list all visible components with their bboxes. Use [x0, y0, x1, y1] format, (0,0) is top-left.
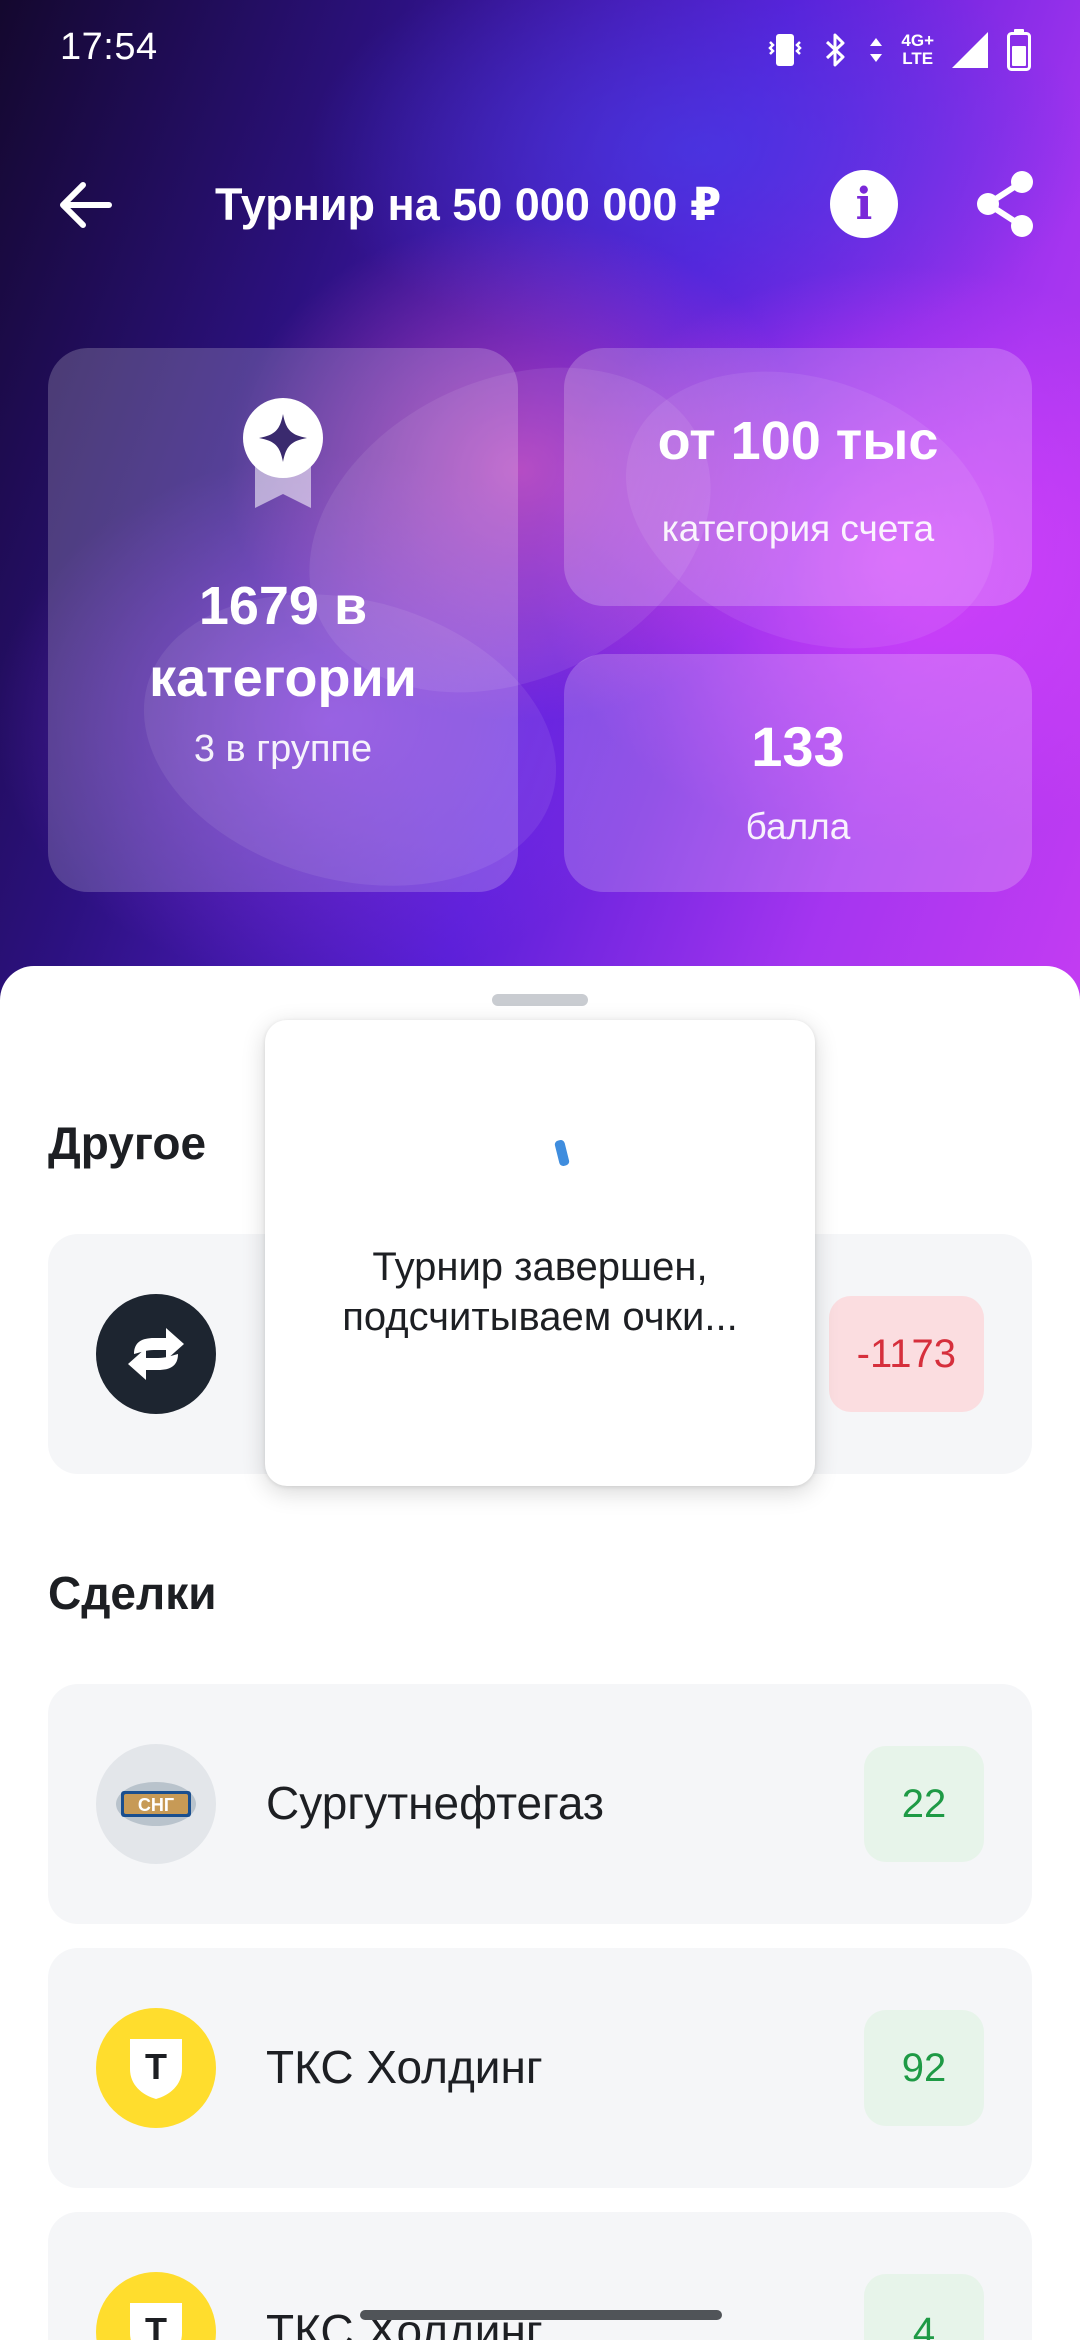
page-title: Турнир на 50 000 000 ₽ — [215, 179, 722, 230]
share-button[interactable] — [970, 168, 1040, 240]
tks-logo-text: Т — [145, 2310, 167, 2340]
data-arrows-icon — [870, 38, 883, 62]
surgutneftegaz-logo: СНГ — [96, 1744, 216, 1864]
tks-shield-mark: Т — [130, 2303, 182, 2340]
vibrate-icon — [768, 34, 803, 66]
section-title-other: Другое — [48, 1117, 207, 1169]
drag-handle[interactable] — [492, 994, 588, 1006]
points-badge: -1173 — [828, 1296, 984, 1412]
tournament-hero: 17:54 4G+ LTE Турнир на 50 000 000 ₽ i 1… — [0, 0, 1080, 1000]
deal-row[interactable]: СНГ Сургутнефтегаз 22 — [48, 1684, 1032, 1924]
status-bar: 17:54 4G+ LTE — [0, 0, 1080, 100]
rank-card: 1679 в категории 3 в группе — [48, 348, 518, 892]
status-time: 17:54 — [60, 26, 158, 68]
share-icon — [977, 171, 1033, 237]
tks-logo: Т — [96, 2272, 216, 2340]
category-value: от 100 тыс — [657, 411, 939, 471]
header: Турнир на 50 000 000 ₽ i — [0, 150, 1080, 260]
tks-logo: Т — [96, 2008, 216, 2128]
back-button[interactable] — [50, 175, 120, 235]
deal-name: ТКС Холдинг — [266, 2041, 543, 2093]
arrow-left-icon — [60, 182, 112, 228]
section-title-deals: Сделки — [48, 1567, 217, 1619]
tks-logo-text: Т — [145, 2046, 167, 2087]
points-label: балла — [745, 806, 851, 847]
battery-icon — [1007, 29, 1031, 71]
tks-shield-mark: Т — [130, 2039, 182, 2099]
rank-value: 1679 в категории — [149, 576, 417, 708]
deal-row[interactable]: Т ТКС Холдинг 4 — [48, 2212, 1032, 2340]
avatar — [96, 1294, 216, 1414]
gesture-navigation-bar[interactable] — [360, 2310, 722, 2320]
points-badge: 22 — [864, 1746, 984, 1862]
loading-spinner — [554, 1139, 570, 1167]
account-category-card: от 100 тыс категория счета — [564, 348, 1032, 606]
network-label: 4G+ — [901, 31, 934, 50]
info-button[interactable]: i — [830, 170, 898, 238]
points-badge: 4 — [864, 2274, 984, 2340]
network-sub-label: LTE — [902, 49, 934, 68]
transfer-arrows-icon — [128, 1328, 184, 1380]
deal-row[interactable]: Т ТКС Холдинг 92 — [48, 1948, 1032, 2188]
bluetooth-icon — [826, 33, 845, 67]
points-badge: 92 — [864, 2010, 984, 2126]
info-icon: i — [855, 178, 873, 230]
points-card: 133 балла — [564, 654, 1032, 892]
category-label: категория счета — [661, 508, 935, 549]
signal-icon — [952, 32, 988, 68]
deal-name: Сургутнефтегаз — [266, 1777, 605, 1829]
network-type: 4G+ LTE — [901, 32, 934, 68]
group-rank: 3 в группе — [193, 728, 373, 770]
surgutneftegaz-logo-mark: СНГ — [116, 1782, 196, 1826]
dialog-message: Турнир завершен, подсчитываем очки... — [342, 1245, 738, 1339]
tournament-finished-dialog: Турнир завершен, подсчитываем очки... — [265, 1020, 815, 1486]
status-icons: 4G+ LTE — [765, 22, 1032, 78]
surgutneftegaz-logo-text: СНГ — [138, 1795, 174, 1815]
points-value: 133 — [751, 715, 845, 778]
medal-icon — [243, 398, 323, 508]
